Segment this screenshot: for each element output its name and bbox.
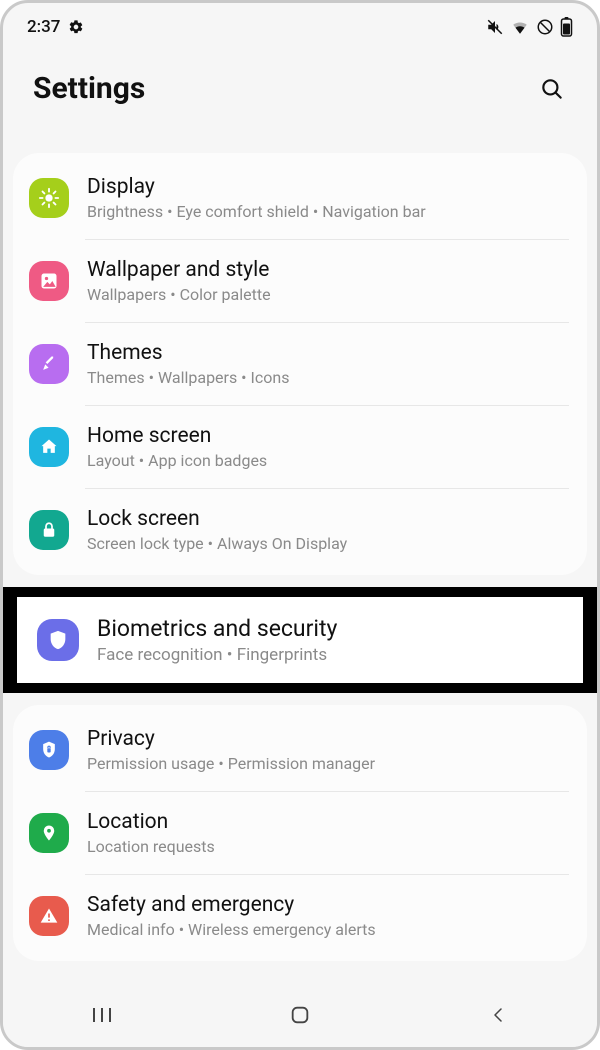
settings-item-privacy[interactable]: Privacy Permission usage • Permission ma… [13,709,587,791]
settings-scroll[interactable]: Display Brightness • Eye comfort shield … [3,153,597,983]
wifi-icon [510,18,530,36]
settings-item-sub: Themes • Wallpapers • Icons [87,368,290,387]
shield-icon [37,619,79,661]
settings-item-sub: Permission usage • Permission manager [87,754,375,773]
settings-item-themes[interactable]: Themes Themes • Wallpapers • Icons [13,323,587,405]
settings-item-home[interactable]: Home screen Layout • App icon badges [13,406,587,488]
settings-item-title: Home screen [87,424,267,448]
themes-icon [29,344,69,384]
settings-item-sub: Medical info • Wireless emergency alerts [87,920,376,939]
settings-item-lock[interactable]: Lock screen Screen lock type • Always On… [13,489,587,571]
settings-item-title: Safety and emergency [87,893,376,917]
nav-back[interactable] [468,995,528,1035]
privacy-icon [29,730,69,770]
highlight-callout: Biometrics and security Face recognition… [3,587,597,693]
settings-item-sub: Brightness • Eye comfort shield • Naviga… [87,202,426,221]
settings-item-location[interactable]: Location Location requests [13,792,587,874]
settings-item-title: Themes [87,341,290,365]
settings-item-sub: Layout • App icon badges [87,451,267,470]
settings-item-title: Display [87,175,426,199]
settings-item-title: Lock screen [87,507,347,531]
no-data-icon [536,18,554,36]
settings-item-wallpaper[interactable]: Wallpaper and style Wallpapers • Color p… [13,240,587,322]
search-button[interactable] [537,74,567,104]
lock-icon [29,510,69,550]
settings-item-sub: Face recognition • Fingerprints [97,645,337,665]
settings-item-sub: Wallpapers • Color palette [87,285,271,304]
nav-home[interactable] [270,995,330,1035]
status-time: 2:37 [27,17,60,37]
settings-item-safety[interactable]: Safety and emergency Medical info • Wire… [13,875,587,957]
nav-bar [3,983,597,1047]
settings-item-biometrics[interactable]: Biometrics and security Face recognition… [17,597,583,683]
settings-item-title: Biometrics and security [97,615,337,642]
settings-item-title: Location [87,810,215,834]
settings-card-2: Privacy Permission usage • Permission ma… [13,705,587,961]
search-icon [539,76,565,102]
settings-item-title: Privacy [87,727,375,751]
settings-item-display[interactable]: Display Brightness • Eye comfort shield … [13,157,587,239]
status-bar: 2:37 [3,3,597,45]
settings-item-sub: Location requests [87,837,215,856]
wallpaper-icon [29,261,69,301]
safety-icon [29,896,69,936]
page-title: Settings [33,71,145,106]
settings-item-sub: Screen lock type • Always On Display [87,534,347,553]
home-icon [29,427,69,467]
gear-icon [68,19,84,35]
device-frame: 2:37 Settings [0,0,600,1050]
display-icon [29,178,69,218]
battery-icon [560,17,573,37]
header: Settings [3,45,597,140]
settings-item-title: Wallpaper and style [87,258,271,282]
location-icon [29,813,69,853]
nav-recents[interactable] [72,995,132,1035]
settings-card-1: Display Brightness • Eye comfort shield … [13,153,587,575]
mute-icon [486,18,504,36]
